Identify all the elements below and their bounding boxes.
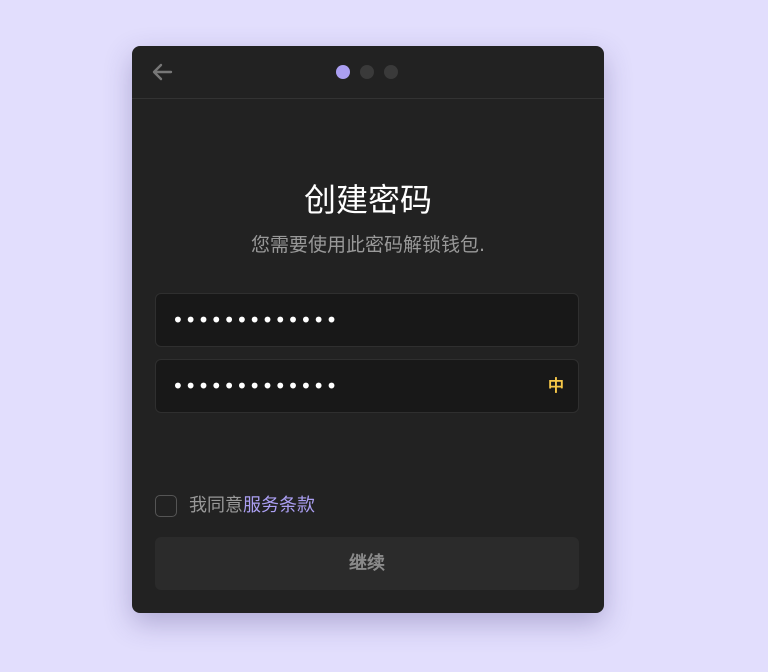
step-dot-2 [360,65,374,79]
terms-of-service-link[interactable]: 服务条款 [243,495,315,516]
terms-label: 我同意服务条款 [189,493,315,519]
page-subtitle: 您需要使用此密码解锁钱包. [250,234,486,256]
ime-indicator: 中 [547,376,564,395]
step-indicator [336,65,398,79]
back-button[interactable] [150,60,174,84]
confirm-password-value: ••••••••••••• [172,374,339,398]
create-password-panel: 创建密码 您需要使用此密码解锁钱包. ••••••••••••• •••••••… [132,46,604,613]
password-value: ••••••••••••• [172,308,339,332]
terms-checkbox[interactable] [155,495,177,517]
page-title: 创建密码 [303,181,432,219]
step-dot-3 [384,65,398,79]
step-dot-1 [336,65,350,79]
continue-button[interactable]: 继续 [155,537,579,590]
terms-agreement: 我同意服务条款 [155,493,315,519]
terms-prefix: 我同意 [189,495,243,516]
password-field[interactable]: ••••••••••••• [155,293,579,347]
arrow-left-icon [152,63,173,81]
onboarding-header [132,46,604,99]
confirm-password-field[interactable]: ••••••••••••• 中 [155,359,579,413]
